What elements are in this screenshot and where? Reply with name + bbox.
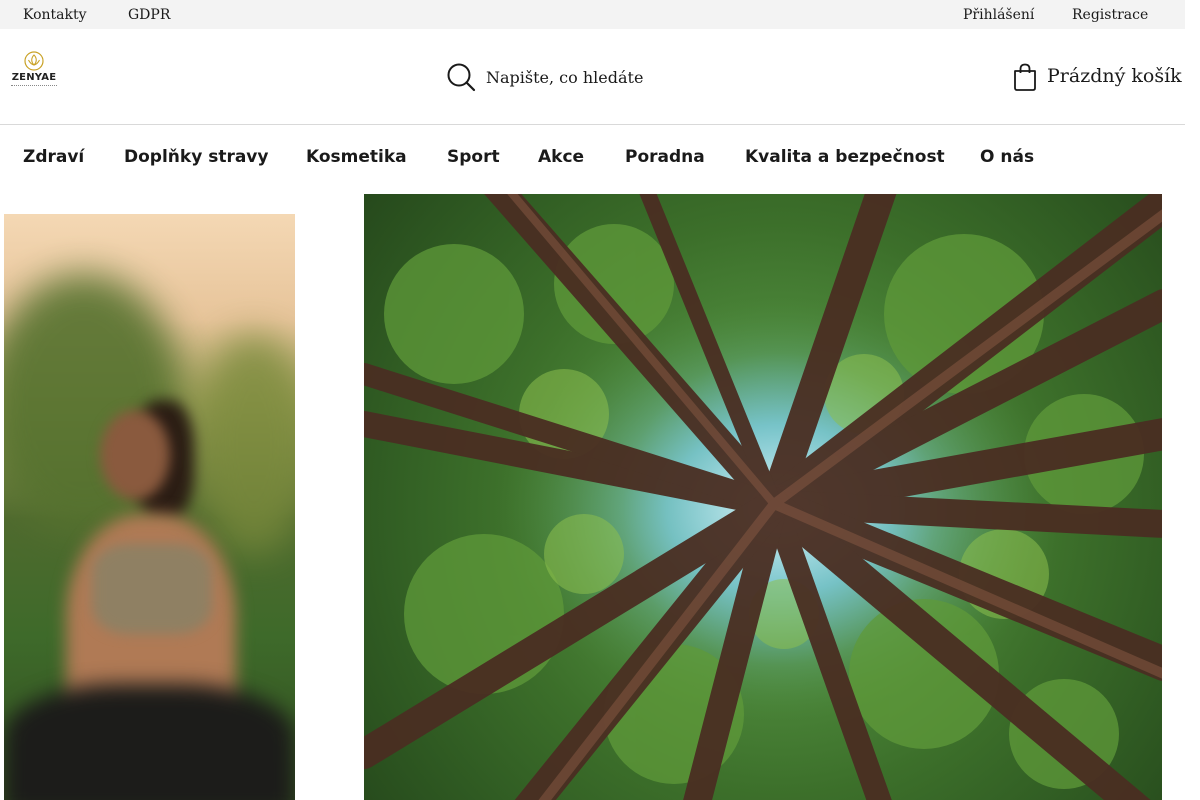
link-gdpr[interactable]: GDPR [128, 7, 170, 23]
link-prihlaseni[interactable]: Přihlášení [963, 7, 1034, 23]
top-utility-bar: Kontakty GDPR Přihlášení Registrace [0, 0, 1185, 29]
search-bar[interactable] [446, 62, 706, 92]
nav-item-kvalita-a-bezpecnost[interactable]: Kvalita a bezpečnost [745, 147, 945, 167]
cart-button[interactable]: Prázdný košík [1012, 62, 1185, 94]
nav-item-kosmetika[interactable]: Kosmetika [306, 147, 407, 167]
nav-item-poradna[interactable]: Poradna [625, 147, 705, 167]
logo-subline [11, 85, 57, 87]
nav-item-akce[interactable]: Akce [538, 147, 584, 167]
nav-item-o-nas[interactable]: O nás [980, 147, 1034, 167]
main-navigation: Zdraví Doplňky stravy Kosmetika Sport Ak… [0, 126, 1185, 192]
cart-label: Prázdný košík [1047, 65, 1182, 87]
site-logo[interactable]: ZENYAE [9, 51, 59, 93]
nav-item-zdravi[interactable]: Zdraví [23, 147, 84, 167]
link-registrace[interactable]: Registrace [1072, 7, 1148, 23]
search-icon[interactable] [446, 62, 476, 92]
shopping-bag-icon [1014, 63, 1036, 91]
forest-canopy-image[interactable] [364, 194, 1162, 800]
nav-item-sport[interactable]: Sport [447, 147, 500, 167]
blurred-woman-yoga-image[interactable] [4, 214, 295, 800]
lotus-icon [24, 51, 44, 71]
logo-text: ZENYAE [11, 72, 57, 83]
nav-item-doplnky-stravy[interactable]: Doplňky stravy [124, 147, 268, 167]
site-header: ZENYAE Prázdný košík [0, 29, 1185, 125]
link-kontakty[interactable]: Kontakty [23, 7, 87, 23]
search-input[interactable] [486, 65, 696, 89]
